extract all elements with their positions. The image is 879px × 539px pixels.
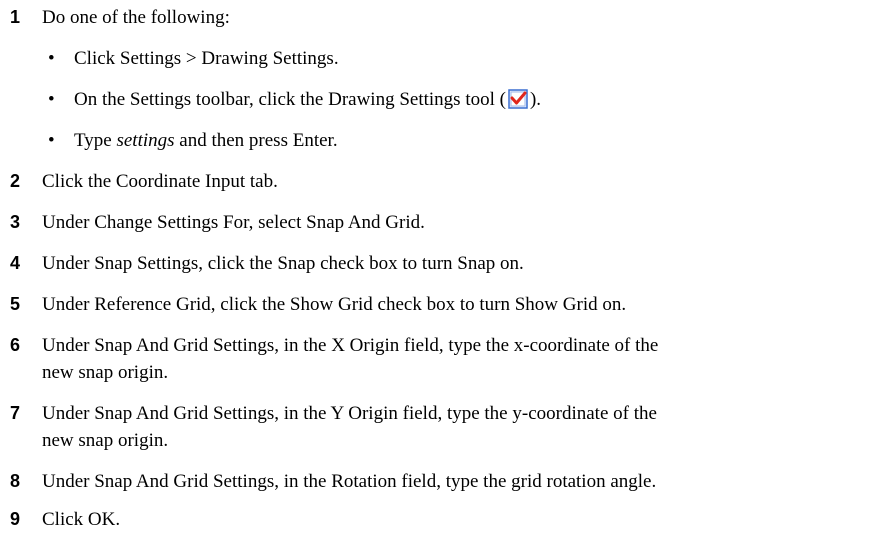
- step-text: Do one of the following:: [42, 7, 230, 28]
- step-text: Under Reference Grid, click the Show Gri…: [42, 294, 627, 315]
- bullet-text-before: On the Settings toolbar, click the Drawi…: [74, 89, 506, 110]
- step-text: Under Snap And Grid Settings, in the Rot…: [42, 471, 657, 492]
- step-text-line-2: new snap origin.: [42, 362, 169, 383]
- bullet-dot: •: [48, 89, 55, 110]
- step-text-line-2: new snap origin.: [42, 430, 169, 451]
- bullet-text-before: Type: [74, 130, 117, 151]
- step-number: 8: [10, 471, 21, 491]
- step-number: 1: [10, 7, 21, 27]
- step-number: 4: [10, 253, 21, 273]
- bullet-text: On the Settings toolbar, click the Drawi…: [74, 86, 541, 113]
- bullet-dot: •: [48, 48, 55, 69]
- bullet-text: Type settings and then press Enter.: [74, 127, 338, 154]
- step-number: 7: [10, 403, 21, 423]
- step-text-line-1: Under Snap And Grid Settings, in the X O…: [42, 335, 659, 356]
- step-number: 2: [10, 171, 21, 191]
- step-text: Under Snap Settings, click the Snap chec…: [42, 253, 524, 274]
- bullet-text-after: and then press Enter.: [174, 130, 338, 151]
- step-text: Click the Coordinate Input tab.: [42, 171, 278, 192]
- step-text: Click OK.: [42, 509, 121, 530]
- step-number: 9: [10, 509, 21, 529]
- step-text: Under Snap And Grid Settings, in the Y O…: [42, 400, 657, 454]
- bullet-text: Click Settings > Drawing Settings.: [74, 48, 339, 69]
- step-text-line-1: Under Snap And Grid Settings, in the Y O…: [42, 403, 657, 424]
- step-number: 5: [10, 294, 21, 314]
- command-keyword: settings: [116, 130, 175, 151]
- drawing-settings-checkmark-icon: [508, 89, 528, 109]
- bullet-text-after: ).: [529, 89, 542, 110]
- step-text: Under Change Settings For, select Snap A…: [42, 212, 425, 233]
- step-number: 6: [10, 335, 21, 355]
- bullet-dot: •: [48, 130, 55, 151]
- step-text: Under Snap And Grid Settings, in the X O…: [42, 332, 658, 386]
- step-number: 3: [10, 212, 21, 232]
